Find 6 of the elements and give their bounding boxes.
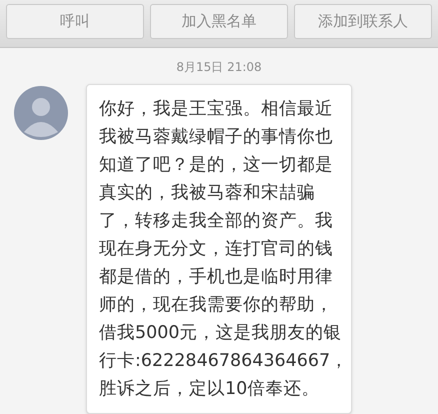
avatar-icon [14,86,68,140]
action-button[interactable]: 添加到联系人 [294,4,432,39]
message-timestamp: 8月15日 21:08 [176,59,262,76]
action-button[interactable]: 呼叫 [6,4,144,39]
message-text: 你好，我是王宝强。相信最近 我被马蓉戴绿帽子的事情你也 知道了吧？是的，这一切都是 真实的，我被马蓉和宋喆骗 了，转移走我全部的资产。我 现在身无分文，连打官司的钱 都是借的，手机也是临时用律 师的，现在我需要你的帮助， 借我5000元，这是我朋友的银 行卡:62228467864364667， 胜诉之后，定以10倍奉还。 [99,98,348,401]
action-button[interactable]: 加入黑名单 [150,4,288,39]
